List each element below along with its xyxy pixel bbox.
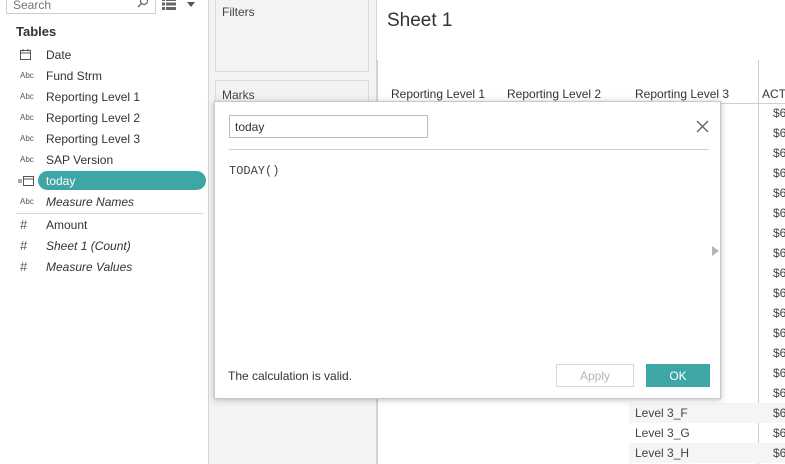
marks-title: Marks bbox=[222, 88, 255, 102]
column-header[interactable]: Reporting Level 2 bbox=[507, 87, 601, 101]
column-header[interactable]: Reporting Level 3 bbox=[635, 87, 729, 101]
list-view-icon[interactable] bbox=[162, 0, 176, 10]
field-label: Reporting Level 1 bbox=[46, 89, 141, 104]
table-cell: Level 3_G bbox=[635, 426, 690, 440]
table-cell: $6 bbox=[773, 406, 785, 420]
field-label: Amount bbox=[46, 217, 88, 232]
filters-card[interactable]: Filters bbox=[215, 0, 369, 72]
table-cell: $6 bbox=[773, 146, 785, 160]
field-fund-strm[interactable]: Abc Fund Strm bbox=[0, 65, 209, 86]
table-cell: $6 bbox=[773, 426, 785, 440]
calc-calendar-icon bbox=[18, 176, 34, 186]
string-type-icon: Abc bbox=[20, 134, 34, 143]
field-today[interactable]: today bbox=[0, 170, 209, 191]
table-cell: $6 bbox=[773, 326, 785, 340]
field-amount[interactable]: # Amount bbox=[0, 214, 209, 235]
field-label: Measure Names bbox=[46, 194, 135, 209]
table-cell: $6 bbox=[773, 226, 785, 240]
field-measure-names[interactable]: Abc Measure Names bbox=[0, 191, 209, 212]
column-header[interactable]: ACTU bbox=[762, 87, 785, 101]
field-label: Date bbox=[46, 47, 72, 62]
table-cell: $6 bbox=[773, 306, 785, 320]
table-cell: $6 bbox=[773, 366, 785, 380]
field-reporting-level-3[interactable]: Abc Reporting Level 3 bbox=[0, 128, 209, 149]
chevron-down-icon[interactable] bbox=[186, 0, 196, 9]
field-label: Measure Values bbox=[46, 259, 133, 274]
field-reporting-level-1[interactable]: Abc Reporting Level 1 bbox=[0, 86, 209, 107]
table-cell: Level 3_F bbox=[635, 406, 688, 420]
table-cell: $6 bbox=[773, 446, 785, 460]
data-pane: Tables Date Abc Fund Strm Abc Reporting … bbox=[0, 0, 209, 464]
ok-button[interactable]: OK bbox=[646, 364, 710, 387]
string-type-icon: Abc bbox=[20, 197, 34, 206]
calculation-dialog: TODAY() The calculation is valid. Apply … bbox=[214, 101, 721, 399]
filters-title: Filters bbox=[222, 5, 255, 19]
search-icon[interactable] bbox=[137, 0, 149, 8]
table-cell: $6 bbox=[773, 206, 785, 220]
string-type-icon: Abc bbox=[20, 155, 34, 164]
dialog-divider bbox=[229, 149, 709, 150]
field-label: Sheet 1 (Count) bbox=[46, 238, 131, 253]
table-cell: $6 bbox=[773, 106, 785, 120]
table-cell: $6 bbox=[773, 266, 785, 280]
number-type-icon: # bbox=[20, 217, 28, 232]
formula-editor[interactable]: TODAY() bbox=[229, 164, 279, 178]
table-cell: $6 bbox=[773, 346, 785, 360]
table-cell: $6 bbox=[773, 166, 785, 180]
calendar-icon bbox=[20, 49, 31, 60]
apply-button[interactable]: Apply bbox=[556, 364, 634, 387]
field-label: Reporting Level 3 bbox=[46, 131, 141, 146]
table-cell: $6 bbox=[773, 386, 785, 400]
field-label: today bbox=[46, 173, 76, 188]
field-label: Fund Strm bbox=[46, 68, 103, 83]
table-cell: $6 bbox=[773, 246, 785, 260]
calculation-name-input[interactable] bbox=[229, 115, 428, 138]
field-measure-values[interactable]: # Measure Values bbox=[0, 256, 209, 277]
close-icon[interactable] bbox=[695, 119, 710, 134]
sheet-title: Sheet 1 bbox=[387, 10, 453, 31]
field-date[interactable]: Date bbox=[0, 44, 209, 65]
field-sap-version[interactable]: Abc SAP Version bbox=[0, 149, 209, 170]
tables-heading: Tables bbox=[16, 24, 57, 39]
search-box[interactable] bbox=[6, 0, 156, 14]
expand-functions-icon[interactable] bbox=[712, 246, 719, 256]
string-type-icon: Abc bbox=[20, 71, 34, 80]
search-input[interactable] bbox=[13, 0, 133, 12]
field-sheet1-count[interactable]: # Sheet 1 (Count) bbox=[0, 235, 209, 256]
validation-status: The calculation is valid. bbox=[228, 369, 353, 383]
string-type-icon: Abc bbox=[20, 92, 34, 101]
number-type-icon: # bbox=[20, 259, 28, 274]
table-cell: $6 bbox=[773, 126, 785, 140]
number-type-icon: # bbox=[20, 238, 28, 253]
field-reporting-level-2[interactable]: Abc Reporting Level 2 bbox=[0, 107, 209, 128]
column-header[interactable]: Reporting Level 1 bbox=[391, 87, 485, 101]
field-label: SAP Version bbox=[46, 152, 114, 167]
string-type-icon: Abc bbox=[20, 113, 34, 122]
table-cell: $6 bbox=[773, 186, 785, 200]
field-label: Reporting Level 2 bbox=[46, 110, 141, 125]
table-cell: $6 bbox=[773, 286, 785, 300]
table-cell: Level 3_H bbox=[635, 446, 690, 460]
